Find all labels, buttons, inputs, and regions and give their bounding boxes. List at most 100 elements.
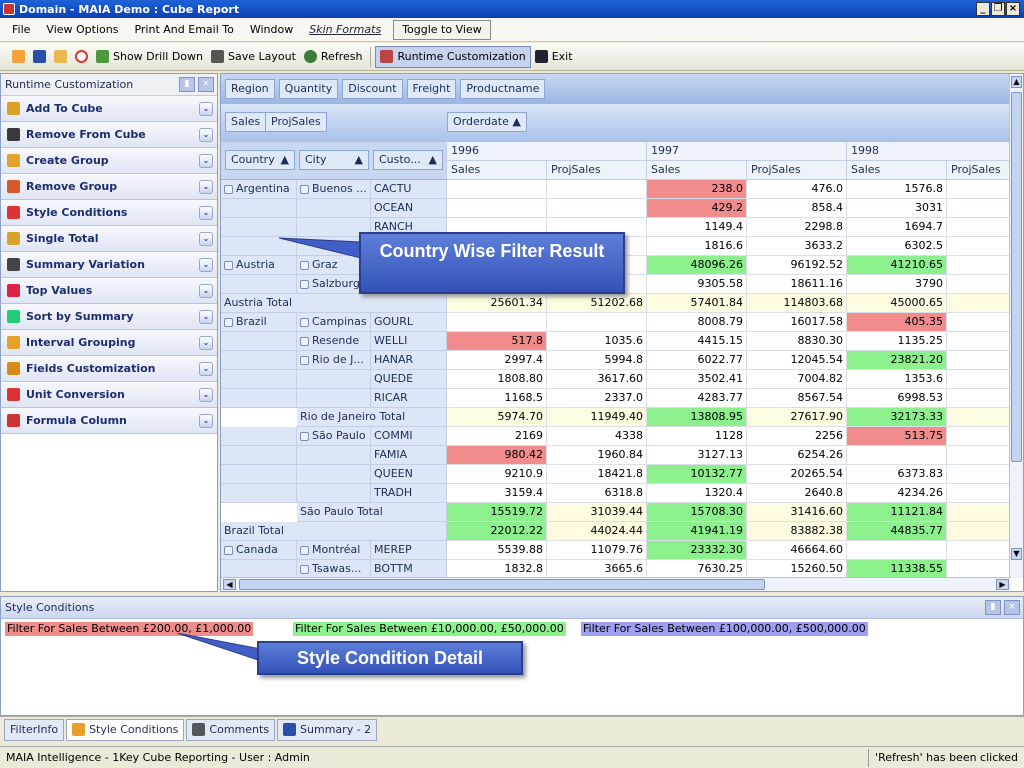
year-header[interactable]: 1997 xyxy=(647,142,847,161)
exit-button[interactable]: Exit xyxy=(531,46,577,68)
data-field-sales[interactable]: Sales xyxy=(225,112,267,132)
collapse-icon[interactable] xyxy=(224,545,233,555)
data-cell[interactable] xyxy=(847,446,947,465)
year-header[interactable]: 1996 xyxy=(447,142,647,161)
data-cell[interactable]: 27617.90 xyxy=(747,408,847,427)
data-cell[interactable]: 1 xyxy=(947,237,1011,256)
customer-header[interactable]: RICAR xyxy=(371,389,447,408)
close-panel-icon[interactable]: × xyxy=(1004,600,1020,615)
data-cell[interactable]: 2256 xyxy=(747,427,847,446)
data-cell[interactable]: 96192.52 xyxy=(747,256,847,275)
customer-header[interactable]: QUEDE xyxy=(371,370,447,389)
data-cell[interactable]: 6373.83 xyxy=(847,465,947,484)
data-cell[interactable] xyxy=(547,180,647,199)
chevron-down-icon[interactable]: ⌄ xyxy=(199,336,213,350)
data-cell[interactable]: 47 xyxy=(947,351,1011,370)
task-item-summary-variation[interactable]: Summary Variation ⌄ xyxy=(1,252,217,278)
data-cell[interactable]: 1128 xyxy=(647,427,747,446)
chevron-down-icon[interactable]: ⌄ xyxy=(199,284,213,298)
data-cell[interactable]: 48096.26 xyxy=(647,256,747,275)
chevron-down-icon[interactable]: ⌄ xyxy=(199,128,213,142)
tab-comments[interactable]: Comments xyxy=(186,718,276,741)
data-cell[interactable]: 8830.30 xyxy=(747,332,847,351)
collapse-icon[interactable] xyxy=(300,564,309,574)
data-cell[interactable]: 2337.0 xyxy=(547,389,647,408)
data-cell[interactable]: 2 xyxy=(947,332,1011,351)
task-item-remove-group[interactable]: Remove Group ⌄ xyxy=(1,174,217,200)
menu-view-options[interactable]: View Options xyxy=(38,20,126,40)
data-cell[interactable]: 4283.77 xyxy=(647,389,747,408)
data-cell[interactable]: 429.2 xyxy=(647,199,747,218)
tab-filterinfo[interactable]: FilterInfo xyxy=(4,718,65,741)
data-cell[interactable]: 238.0 xyxy=(647,180,747,199)
data-cell[interactable]: 7630.25 xyxy=(647,560,747,578)
customer-header[interactable]: TRADH xyxy=(371,484,447,503)
data-cell[interactable]: 5539.88 xyxy=(447,541,547,560)
collapse-icon[interactable] xyxy=(300,317,309,327)
data-cell[interactable]: 41941.19 xyxy=(647,522,747,541)
data-cell[interactable] xyxy=(547,199,647,218)
task-item-fields-customization[interactable]: Fields Customization ⌄ xyxy=(1,356,217,382)
data-cell[interactable]: 1320.4 xyxy=(647,484,747,503)
toolbar-report-button[interactable] xyxy=(8,46,29,68)
data-cell[interactable]: 11121.84 xyxy=(847,503,947,522)
city-header[interactable]: Tsawas... xyxy=(297,560,371,578)
data-cell[interactable]: 1576.8 xyxy=(847,180,947,199)
data-cell[interactable]: 11079.76 xyxy=(547,541,647,560)
city-header[interactable]: Resende xyxy=(297,332,371,351)
customer-header[interactable]: HANAR xyxy=(371,351,447,370)
data-cell[interactable]: 8 xyxy=(947,484,1011,503)
data-cell[interactable]: 31039.44 xyxy=(547,503,647,522)
style-condition-tag[interactable]: Filter For Sales Between £10,000.00, £50… xyxy=(293,622,566,636)
data-cell[interactable] xyxy=(947,446,1011,465)
data-cell[interactable]: 15708.30 xyxy=(647,503,747,522)
data-cell[interactable] xyxy=(847,541,947,560)
city-header[interactable]: Montréal xyxy=(297,541,371,560)
data-cell[interactable]: 6318.8 xyxy=(547,484,647,503)
data-cell[interactable]: 8008.79 xyxy=(647,313,747,332)
data-cell[interactable]: 18421.8 xyxy=(547,465,647,484)
data-cell[interactable]: 20265.54 xyxy=(747,465,847,484)
collapse-icon[interactable] xyxy=(300,431,309,441)
data-field-projsales[interactable]: ProjSales xyxy=(265,112,327,132)
data-cell[interactable]: 8567.54 xyxy=(747,389,847,408)
toolbar-grid-button[interactable] xyxy=(50,46,71,68)
filter-field-productname[interactable]: Productname xyxy=(460,79,546,99)
task-item-unit-conversion[interactable]: Unit Conversion ⌄ xyxy=(1,382,217,408)
menu-print-email[interactable]: Print And Email To xyxy=(126,20,241,40)
menu-skin-formats[interactable]: Skin Formats xyxy=(301,20,389,40)
data-cell[interactable]: 405.35 xyxy=(847,313,947,332)
customer-header[interactable]: COMMI xyxy=(371,427,447,446)
country-total-header[interactable]: Brazil Total xyxy=(221,522,447,541)
data-cell[interactable]: 9305.58 xyxy=(647,275,747,294)
data-cell[interactable]: 6254.26 xyxy=(747,446,847,465)
data-cell[interactable]: 1816.6 xyxy=(647,237,747,256)
vertical-scroll-thumb[interactable] xyxy=(1011,92,1022,462)
data-cell[interactable]: 23332.30 xyxy=(647,541,747,560)
data-cell[interactable] xyxy=(947,275,1011,294)
chevron-down-icon[interactable]: ⌄ xyxy=(199,362,213,376)
data-cell[interactable]: 1168.5 xyxy=(447,389,547,408)
task-item-top-values[interactable]: Top Values ⌄ xyxy=(1,278,217,304)
data-cell[interactable] xyxy=(947,180,1011,199)
customer-header[interactable]: OCEAN xyxy=(371,199,447,218)
collapse-icon[interactable] xyxy=(224,317,233,327)
data-cell[interactable]: 15260.50 xyxy=(747,560,847,578)
task-item-remove-from-cube[interactable]: Remove From Cube ⌄ xyxy=(1,122,217,148)
data-cell[interactable]: 4338 xyxy=(547,427,647,446)
filter-field-freight[interactable]: Freight xyxy=(406,79,457,99)
data-cell[interactable]: 517.8 xyxy=(447,332,547,351)
country-total-header[interactable]: Austria Total xyxy=(221,294,447,313)
data-cell[interactable]: 476.0 xyxy=(747,180,847,199)
filter-field-region[interactable]: Region xyxy=(225,79,275,99)
data-cell[interactable] xyxy=(947,199,1011,218)
data-cell[interactable]: 7004.82 xyxy=(747,370,847,389)
data-cell[interactable]: 44024.44 xyxy=(547,522,647,541)
data-cell[interactable]: 1135.25 xyxy=(847,332,947,351)
refresh-button[interactable]: Refresh xyxy=(300,46,367,68)
save-layout-button[interactable]: Save Layout xyxy=(207,46,300,68)
chevron-down-icon[interactable]: ⌄ xyxy=(199,180,213,194)
tab-style-conditions[interactable]: Style Conditions xyxy=(66,718,185,741)
data-cell[interactable]: 1832.8 xyxy=(447,560,547,578)
collapse-icon[interactable] xyxy=(224,260,233,270)
